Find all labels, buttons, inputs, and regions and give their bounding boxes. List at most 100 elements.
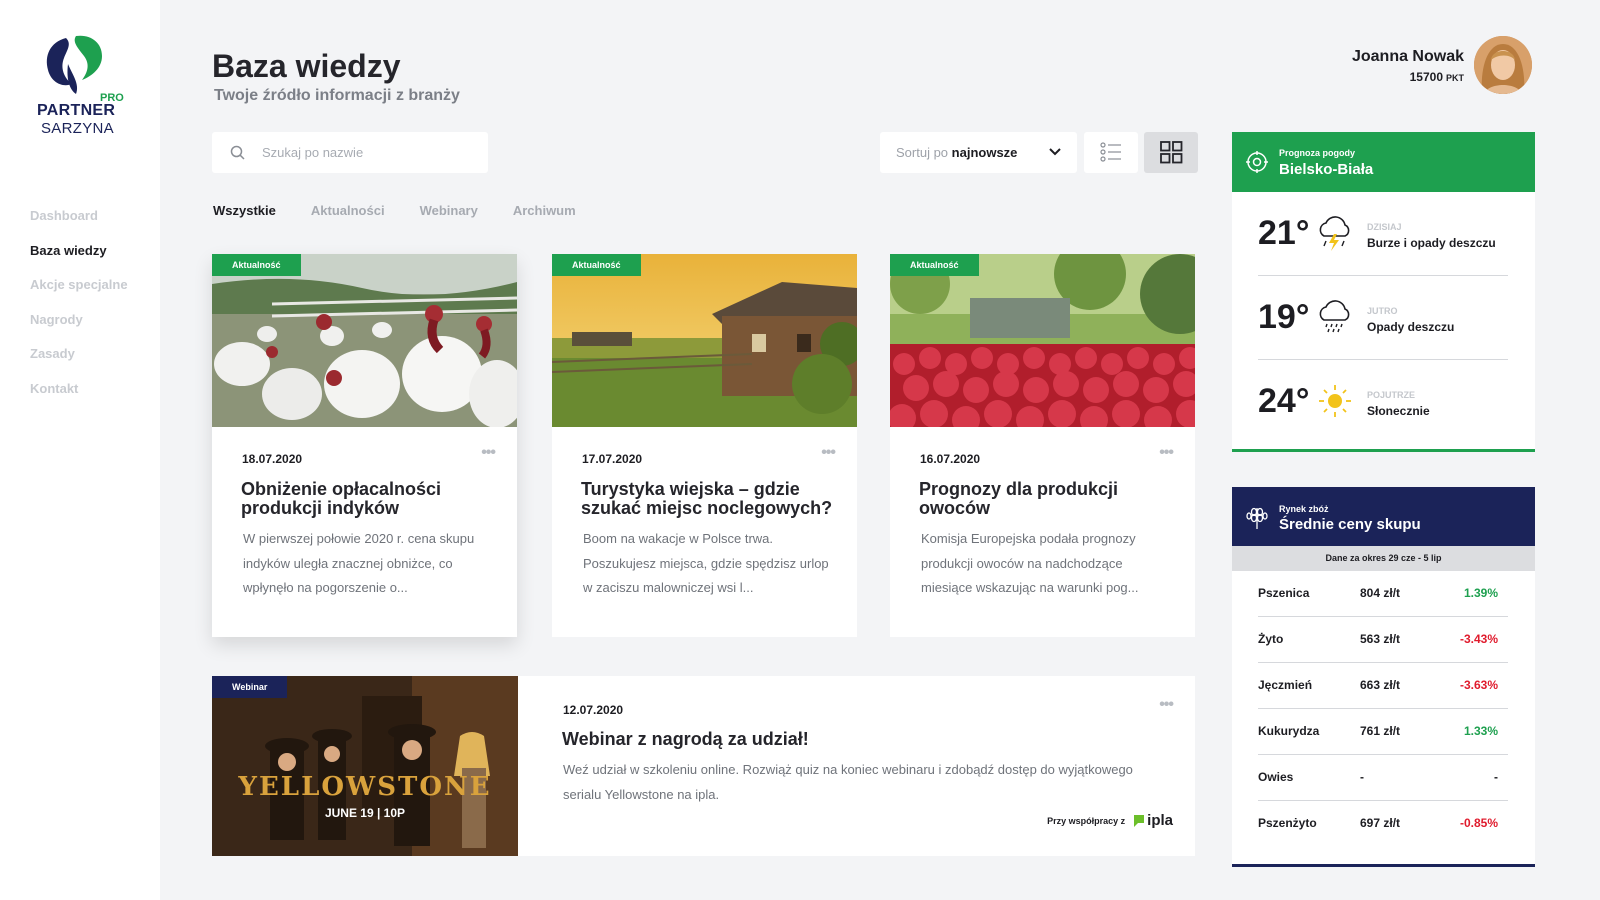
weather-city: Bielsko-Biała xyxy=(1279,161,1374,178)
grain-price: 697 zł/t xyxy=(1360,816,1401,830)
grid-view-button[interactable] xyxy=(1144,132,1198,173)
article-card[interactable]: Aktualność 16.07.2020 ••• Prognozy dla p… xyxy=(890,254,1195,637)
prices-label: Rynek zbóż xyxy=(1279,504,1329,514)
nav-item-nagrody[interactable]: Nagrody xyxy=(30,312,128,347)
article-title[interactable]: Obniżenie opłacalności produkcji indyków xyxy=(241,480,501,518)
prices-header: Rynek zbóż Średnie ceny skupu xyxy=(1232,487,1535,546)
list-view-button[interactable] xyxy=(1084,132,1138,173)
article-date: 18.07.2020 xyxy=(242,452,303,466)
grain-price: 663 zł/t xyxy=(1360,678,1401,692)
user-name[interactable]: Joanna Nowak xyxy=(1352,48,1464,66)
partner-credit: Przy współpracy z ipla xyxy=(1047,812,1173,829)
price-row: Pszenica 804 zł/t 1.39% xyxy=(1258,571,1508,617)
category-tabs: Wszystkie Aktualności Webinary Archiwum xyxy=(213,203,576,218)
grain-name: Żyto xyxy=(1258,632,1284,646)
price-change: - xyxy=(1494,770,1498,784)
nav-item-baza-wiedzy[interactable]: Baza wiedzy xyxy=(30,243,128,278)
nav-item-kontakt[interactable]: Kontakt xyxy=(30,381,128,416)
sort-prefix: Sortuj po xyxy=(896,145,949,160)
user-points: 15700 PKT xyxy=(1410,70,1464,84)
grain-name: Owies xyxy=(1258,770,1294,784)
list-view-icon xyxy=(1100,142,1121,162)
weather-temp: 19° xyxy=(1258,298,1310,336)
price-row: Kukurydza 761 zł/t 1.33% xyxy=(1258,709,1508,755)
article-badge: Aktualność xyxy=(212,254,301,276)
nav-item-zasady[interactable]: Zasady xyxy=(30,346,128,381)
article-card[interactable]: Aktualność 17.07.2020 ••• Turystyka wiej… xyxy=(552,254,857,637)
grain-name: Pszenica xyxy=(1258,586,1310,600)
brand-name-line2: SARZYNA xyxy=(41,120,114,137)
webinar-poster-image: YELLOWSTONE JUNE 19 | 10P xyxy=(212,676,518,856)
chevron-down-icon xyxy=(1049,148,1061,156)
sun-icon xyxy=(1319,385,1351,417)
article-excerpt: Boom na wakacje w Polsce trwa. Poszukuje… xyxy=(583,531,829,595)
tab-wszystkie[interactable]: Wszystkie xyxy=(213,203,276,218)
article-badge: Aktualność xyxy=(890,254,979,276)
user-points-unit: PKT xyxy=(1446,73,1464,83)
price-change: 1.39% xyxy=(1463,586,1498,600)
article-excerpt: W pierwszej połowie 2020 r. cena skupu i… xyxy=(243,531,475,595)
price-change: 1.33% xyxy=(1463,724,1498,738)
search-input[interactable] xyxy=(262,132,477,173)
article-image-countryside xyxy=(552,254,857,427)
grid-view-icon xyxy=(1160,141,1183,164)
prices-period: Dane za okres 29 cze - 5 lip xyxy=(1232,546,1535,571)
weather-day-label: JUTRO xyxy=(1367,306,1398,316)
price-row: Owies - - xyxy=(1258,755,1508,801)
rain-icon xyxy=(1319,300,1350,333)
ipla-logo[interactable]: ipla xyxy=(1133,812,1173,829)
weather-label: Prognoza pogody xyxy=(1279,148,1355,158)
webinar-date: 12.07.2020 xyxy=(563,703,624,717)
page-title: Baza wiedzy xyxy=(212,48,401,84)
weather-day-row: 24° POJUTRZE Słonecznie xyxy=(1258,360,1508,444)
avatar[interactable] xyxy=(1474,36,1532,94)
weather-header: Prognoza pogody Bielsko-Biała xyxy=(1232,132,1535,192)
article-image-apples xyxy=(890,254,1195,427)
poster-title: YELLOWSTONE xyxy=(238,772,492,802)
weather-temp: 21° xyxy=(1258,214,1310,252)
search-icon xyxy=(230,145,245,160)
weather-condition: Opady deszczu xyxy=(1367,320,1455,334)
article-badge: Aktualność xyxy=(552,254,641,276)
webinar-badge: Webinar xyxy=(212,676,288,698)
article-image-turkeys xyxy=(212,254,517,427)
nav-item-dashboard[interactable]: Dashboard xyxy=(30,208,128,243)
storm-icon xyxy=(1319,216,1350,251)
price-row: Jęczmień 663 zł/t -3.63% xyxy=(1258,663,1508,709)
article-title[interactable]: Turystyka wiejska – gdzie szukać miejsc … xyxy=(581,480,841,518)
tab-webinary[interactable]: Webinary xyxy=(420,203,478,218)
more-options-icon[interactable]: ••• xyxy=(821,444,836,462)
tab-archiwum[interactable]: Archiwum xyxy=(513,203,576,218)
sort-dropdown[interactable]: Sortuj po najnowsze xyxy=(880,132,1077,173)
brand-logo[interactable]: PRO PARTNER SARZYNA xyxy=(30,34,130,144)
article-card[interactable]: Aktualność 18.07.2020 ••• Obniżenie opła… xyxy=(212,254,517,637)
page-subtitle: Twoje źródło informacji z branży xyxy=(214,87,460,104)
brand-name-line1: PARTNER xyxy=(37,102,116,119)
price-change: -3.43% xyxy=(1459,632,1498,646)
weather-day-row: 21° DZISIAJ Burze i opady deszczu xyxy=(1258,192,1508,276)
price-row: Żyto 563 zł/t -3.43% xyxy=(1258,617,1508,663)
nav-item-akcje-specjalne[interactable]: Akcje specjalne xyxy=(30,277,128,312)
logo-mark-icon xyxy=(46,35,102,94)
location-icon xyxy=(1246,151,1268,173)
grain-price: 563 zł/t xyxy=(1360,632,1401,646)
poster-date: JUNE 19 | 10P xyxy=(324,806,406,820)
webinar-title[interactable]: Webinar z nagrodą za udział! xyxy=(562,729,809,750)
ipla-mark-icon xyxy=(1134,814,1145,827)
weather-condition: Słonecznie xyxy=(1367,404,1430,418)
webinar-description: Weź udział w szkoleniu online. Rozwiąż q… xyxy=(563,762,1133,802)
price-row: Pszenżyto 697 zł/t -0.85% xyxy=(1258,801,1508,847)
article-title[interactable]: Prognozy dla produkcji owoców xyxy=(919,480,1179,518)
prices-title: Średnie ceny skupu xyxy=(1279,516,1421,533)
more-options-icon[interactable]: ••• xyxy=(1159,444,1174,462)
tab-aktualnosci[interactable]: Aktualności xyxy=(311,203,385,218)
article-date: 17.07.2020 xyxy=(582,452,643,466)
weather-day-row: 19° JUTRO Opady deszczu xyxy=(1258,276,1508,360)
grain-prices-widget: Rynek zbóż Średnie ceny skupu Dane za ok… xyxy=(1232,487,1535,867)
more-options-icon[interactable]: ••• xyxy=(481,444,496,462)
grain-name: Kukurydza xyxy=(1258,724,1320,738)
more-options-icon[interactable]: ••• xyxy=(1159,696,1174,714)
webinar-card[interactable]: YELLOWSTONE JUNE 19 | 10P Webinar 12.07.… xyxy=(212,676,1195,856)
weather-temp: 24° xyxy=(1258,382,1310,420)
partner-name: ipla xyxy=(1147,812,1173,829)
